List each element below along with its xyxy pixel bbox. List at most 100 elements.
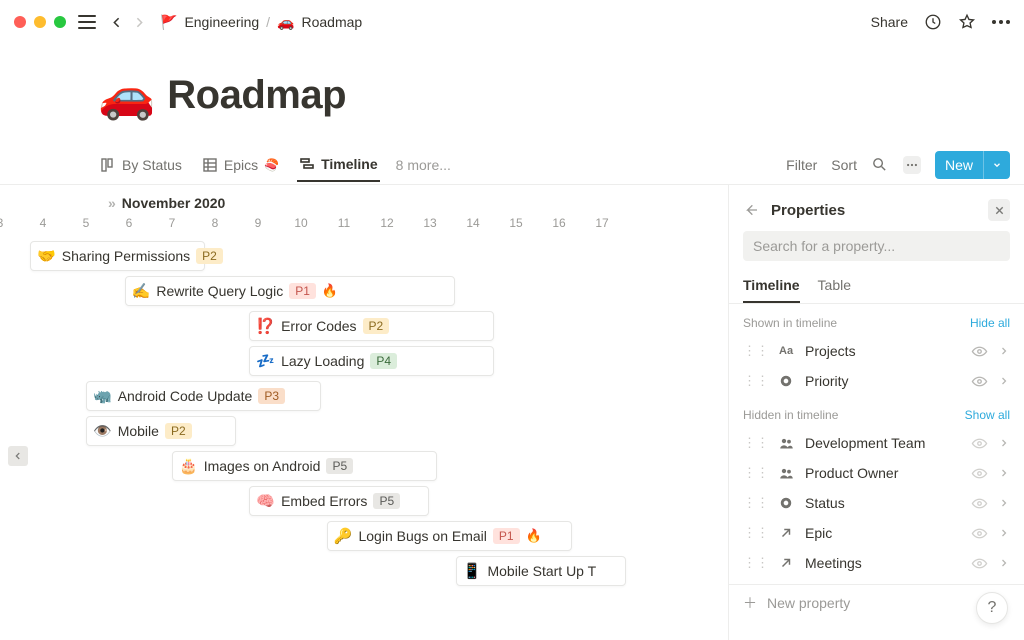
property-row[interactable]: ⋮⋮Development Team <box>743 428 1010 458</box>
timeline-card[interactable]: 🦏Android Code UpdateP3 <box>86 381 321 411</box>
visibility-toggle-icon[interactable] <box>971 343 988 360</box>
visibility-toggle-icon[interactable] <box>971 435 988 452</box>
visibility-toggle-icon[interactable] <box>971 495 988 512</box>
menu-icon[interactable] <box>78 15 96 29</box>
view-tab-label: Epics <box>224 157 258 173</box>
chevron-right-icon[interactable] <box>998 345 1010 357</box>
chevron-right-icon[interactable] <box>998 375 1010 387</box>
timeline-card[interactable]: 🤝Sharing PermissionsP2 <box>30 241 205 271</box>
new-property-label: New property <box>767 595 850 611</box>
show-all-button[interactable]: Show all <box>965 408 1010 422</box>
hidden-section-label: Hidden in timeline <box>743 408 838 422</box>
priority-tag: P5 <box>373 493 400 509</box>
drag-handle-icon[interactable]: ⋮⋮ <box>743 435 769 451</box>
chevron-right-icon[interactable] <box>998 527 1010 539</box>
forward-icon[interactable] <box>131 14 148 31</box>
priority-tag: P4 <box>370 353 397 369</box>
priority-tag: P5 <box>326 458 353 474</box>
view-more-icon[interactable] <box>903 156 921 174</box>
views-more[interactable]: 8 more... <box>396 157 451 173</box>
drag-handle-icon[interactable]: ⋮⋮ <box>743 495 769 511</box>
search-icon[interactable] <box>871 156 889 174</box>
favorite-icon[interactable] <box>958 13 976 31</box>
chevron-right-icon[interactable] <box>998 557 1010 569</box>
chevron-right-icon[interactable] <box>998 467 1010 479</box>
hide-all-button[interactable]: Hide all <box>970 316 1010 330</box>
property-label: Meetings <box>805 555 961 571</box>
new-button-dropdown[interactable] <box>983 151 1010 179</box>
property-type-icon <box>779 556 795 570</box>
timeline-card[interactable]: 🧠Embed ErrorsP5 <box>249 486 429 516</box>
priority-tag: P1 <box>289 283 316 299</box>
chevron-right-icon[interactable] <box>998 437 1010 449</box>
maximize-window-icon[interactable] <box>54 16 66 28</box>
view-tab-label: By Status <box>122 157 182 173</box>
drag-handle-icon[interactable]: ⋮⋮ <box>743 465 769 481</box>
timeline-card[interactable]: ✍️Rewrite Query LogicP1🔥 <box>125 276 455 306</box>
card-title: Sharing Permissions <box>62 248 190 264</box>
plus-icon: ＋ <box>743 593 757 613</box>
property-row[interactable]: ⋮⋮Priority <box>743 366 1010 396</box>
timeline-card[interactable]: 👁️MobileP2 <box>86 416 236 446</box>
property-row[interactable]: ⋮⋮ Product Owner <box>743 458 1010 488</box>
drag-handle-icon[interactable]: ⋮⋮ <box>743 525 769 541</box>
view-tab-by-status[interactable]: By Status <box>98 149 184 181</box>
timeline-card[interactable]: 🔑Login Bugs on EmailP1🔥 <box>327 521 572 551</box>
timeline-card[interactable]: 📱Mobile Start Up T <box>456 556 626 586</box>
priority-tag: P2 <box>196 248 223 264</box>
share-button[interactable]: Share <box>871 14 908 30</box>
property-row[interactable]: ⋮⋮AaProjects <box>743 336 1010 366</box>
property-label: Epic <box>805 525 961 541</box>
visibility-toggle-icon[interactable] <box>971 373 988 390</box>
priority-tag: P2 <box>363 318 390 334</box>
property-row[interactable]: ⋮⋮ Meetings <box>743 548 1010 578</box>
property-row[interactable]: ⋮⋮ Epic <box>743 518 1010 548</box>
page-icon[interactable]: 🚗 <box>98 68 155 123</box>
property-search-input[interactable] <box>743 231 1010 261</box>
new-button[interactable]: New <box>935 151 1010 179</box>
page-title[interactable]: Roadmap <box>167 73 346 118</box>
drag-handle-icon[interactable]: ⋮⋮ <box>743 343 769 359</box>
view-tab-epics[interactable]: Epics 🍣 <box>200 149 281 181</box>
close-window-icon[interactable] <box>14 16 26 28</box>
day-label: 5 <box>83 216 90 230</box>
breadcrumb-page[interactable]: Roadmap <box>302 14 363 30</box>
property-type-icon <box>779 496 795 510</box>
chevron-right-icon[interactable] <box>998 497 1010 509</box>
minimize-window-icon[interactable] <box>34 16 46 28</box>
drag-handle-icon[interactable]: ⋮⋮ <box>743 373 769 389</box>
filter-button[interactable]: Filter <box>786 157 817 173</box>
card-icon: ✍️ <box>132 282 151 300</box>
property-label: Status <box>805 495 961 511</box>
updates-icon[interactable] <box>924 13 942 31</box>
card-icon: 💤 <box>256 352 275 370</box>
card-icon: 🧠 <box>256 492 275 510</box>
breadcrumb-parent[interactable]: Engineering <box>184 14 259 30</box>
property-row[interactable]: ⋮⋮ Status <box>743 488 1010 518</box>
day-label: 7 <box>169 216 176 230</box>
more-icon[interactable] <box>992 13 1010 31</box>
new-button-label: New <box>935 157 983 173</box>
back-icon[interactable] <box>108 14 125 31</box>
month-expand-icon[interactable]: » <box>108 195 116 211</box>
help-button[interactable]: ? <box>976 592 1008 624</box>
panel-close-icon[interactable] <box>988 199 1010 221</box>
property-type-icon <box>779 466 795 481</box>
card-icon: 🦏 <box>93 387 112 405</box>
panel-tab-table[interactable]: Table <box>818 271 851 303</box>
month-label: November 2020 <box>122 195 226 211</box>
card-title: Error Codes <box>281 318 356 334</box>
timeline-card[interactable]: ⁉️Error CodesP2 <box>249 311 494 341</box>
view-tab-timeline[interactable]: Timeline <box>297 148 380 182</box>
visibility-toggle-icon[interactable] <box>971 525 988 542</box>
drag-handle-icon[interactable]: ⋮⋮ <box>743 555 769 571</box>
panel-tab-timeline[interactable]: Timeline <box>743 271 800 303</box>
timeline-card[interactable]: 🎂Images on AndroidP5 <box>172 451 437 481</box>
scroll-left-chip[interactable] <box>8 446 28 466</box>
visibility-toggle-icon[interactable] <box>971 555 988 572</box>
sort-button[interactable]: Sort <box>831 157 857 173</box>
visibility-toggle-icon[interactable] <box>971 465 988 482</box>
property-label: Product Owner <box>805 465 961 481</box>
panel-back-icon[interactable] <box>743 202 759 218</box>
timeline-card[interactable]: 💤Lazy LoadingP4 <box>249 346 494 376</box>
